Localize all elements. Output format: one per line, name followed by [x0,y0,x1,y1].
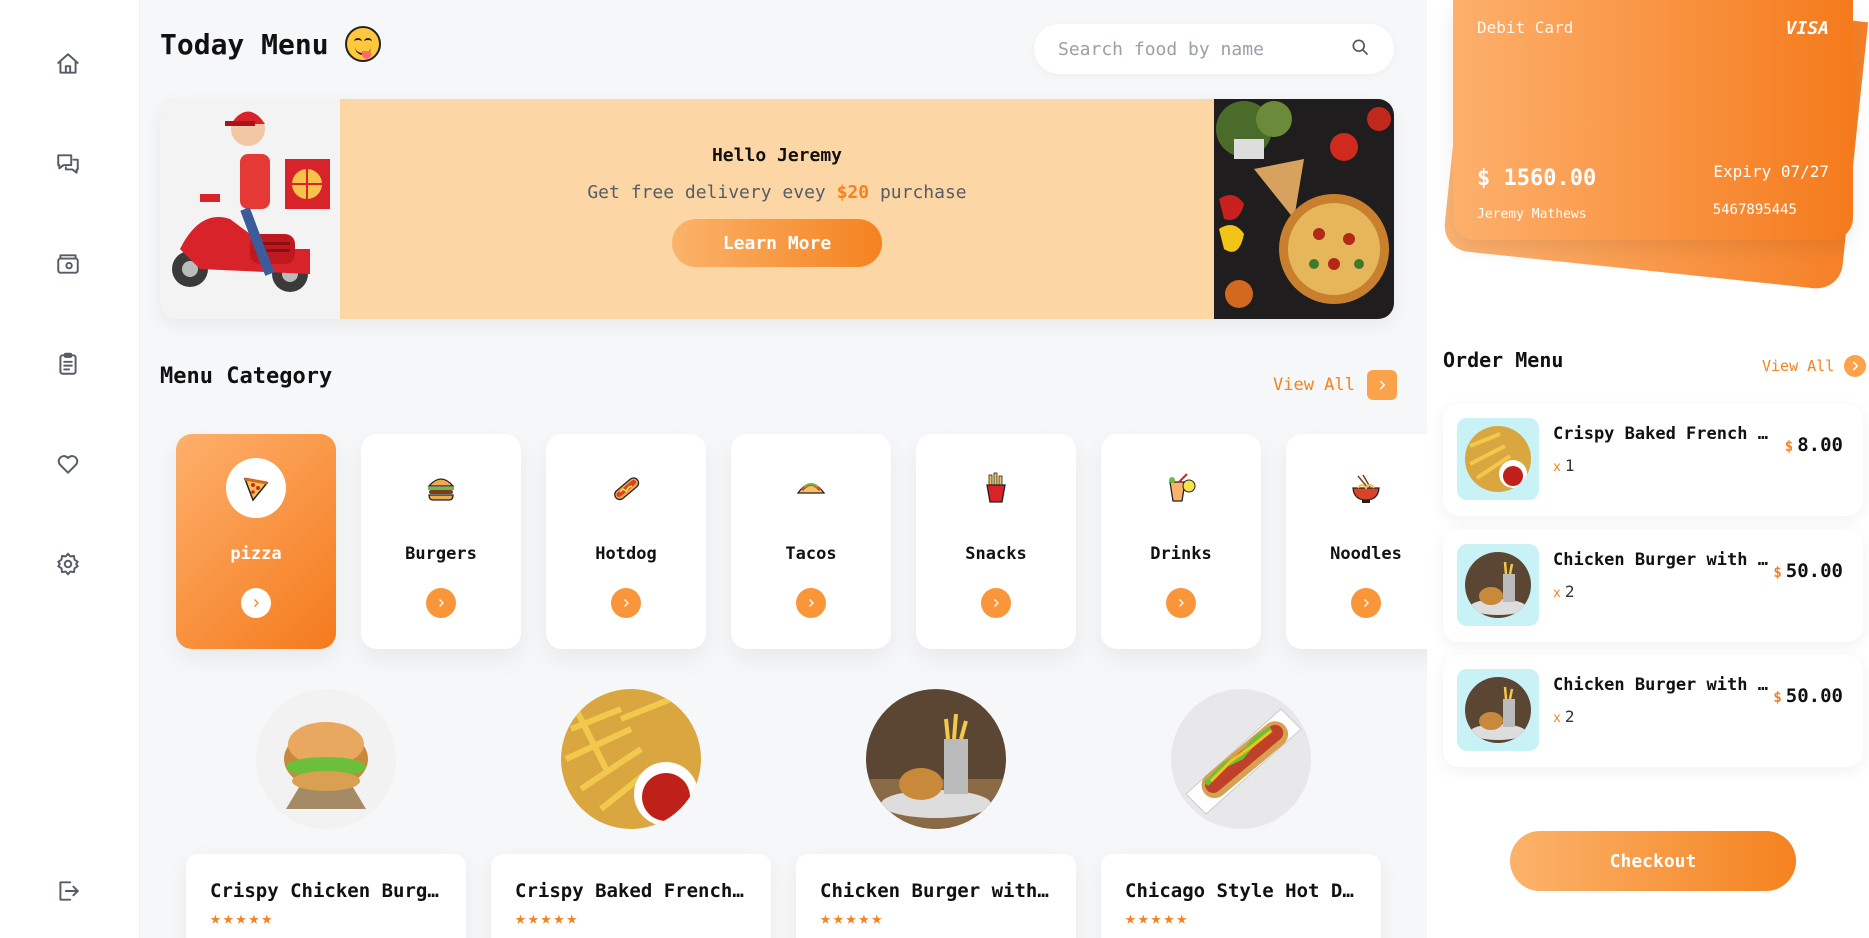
order-thumbnail [1457,669,1539,751]
hotdog-icon [596,458,656,518]
category-card-pizza[interactable]: pizza [176,434,336,649]
search-icon[interactable] [1350,37,1370,61]
category-label: Hotdog [595,544,657,564]
chevron-right-icon[interactable] [426,588,456,618]
order-view-all-link[interactable]: View All [1762,355,1867,377]
noodles-icon [1336,458,1396,518]
order-quantity: x2 [1553,707,1575,726]
order-price: $50.00 [1773,560,1843,582]
order-price: $8.00 [1784,434,1843,456]
chevron-right-icon[interactable] [611,588,641,618]
order-thumbnail [1457,544,1539,626]
food-card[interactable]: Chicago Style Hot Dog ★★★★★ [1101,854,1381,938]
delivery-scooter-illustration [160,99,340,319]
order-item[interactable]: Crispy Baked French Fries x1 $8.00 [1443,404,1863,516]
category-label: Snacks [965,544,1027,564]
star-rating: ★★★★★ [820,908,885,929]
main-content: Today Menu Search food by name Hello Jer… [140,0,1427,938]
visa-logo: VISA [1785,18,1829,39]
food-image-french-fries[interactable] [561,689,701,829]
chevron-right-icon[interactable] [1366,370,1397,400]
category-label: pizza [230,544,282,564]
checkout-button[interactable]: Checkout [1510,831,1796,891]
order-price: $50.00 [1773,685,1843,707]
heart-icon[interactable] [52,448,84,480]
category-label: Drinks [1150,544,1212,564]
home-icon[interactable] [52,48,84,80]
page-title: Today Menu [160,26,381,62]
chevron-right-icon[interactable] [241,588,271,618]
greeting-text: Hello Jeremy [711,145,843,166]
category-card-snacks[interactable]: Snacks [916,434,1076,649]
category-card-noodles[interactable]: Noodles [1286,434,1427,649]
promo-banner: Hello Jeremy Get free delivery evey $20 … [160,99,1394,319]
category-label: Tacos [785,544,837,564]
order-thumbnail [1457,418,1539,500]
food-image-chicken-burger[interactable] [256,689,396,829]
order-quantity: x2 [1553,582,1575,601]
learn-more-button[interactable]: Learn More [672,219,882,267]
order-item-name: Chicken Burger with Fries [1553,675,1773,695]
banner-text-area: Hello Jeremy Get free delivery evey $20 … [340,99,1214,319]
card-expiry: Expiry 07/27 [1713,162,1829,181]
card-holder-name: Jeremy Mathews [1477,207,1587,222]
category-view-all-link[interactable]: View All [1273,370,1397,400]
order-item[interactable]: Chicken Burger with Fries x2 $50.00 [1443,530,1863,642]
search-input[interactable] [1058,38,1350,60]
star-rating: ★★★★★ [210,908,275,929]
category-card-tacos[interactable]: Tacos [731,434,891,649]
food-image-hot-dog[interactable] [1171,689,1311,829]
category-card-hotdog[interactable]: Hotdog [546,434,706,649]
food-name: Crispy Baked French Fries [515,880,747,902]
chevron-right-icon[interactable] [1844,355,1867,377]
pizza-photo [1214,99,1394,319]
star-rating: ★★★★★ [1125,908,1190,929]
settings-icon[interactable] [52,548,84,580]
category-card-drinks[interactable]: Drinks [1101,434,1261,649]
pizza-icon [226,458,286,518]
food-name: Chicken Burger with Fries [820,880,1052,902]
sidebar [0,0,140,938]
chat-icon[interactable] [52,148,84,180]
card-type-label: Debit Card [1477,18,1574,37]
chevron-right-icon[interactable] [796,588,826,618]
fries-icon [966,458,1026,518]
search-bar [1034,24,1394,74]
drink-icon [1151,458,1211,518]
food-card[interactable]: Crispy Baked French Fries ★★★★★ [491,854,771,938]
order-item-name: Chicken Burger with Fries [1553,550,1773,570]
star-rating: ★★★★★ [515,908,580,929]
page-title-text: Today Menu [160,27,329,61]
chevron-right-icon[interactable] [981,588,1011,618]
order-item-name: Crispy Baked French Fries [1553,424,1773,444]
order-item[interactable]: Chicken Burger with Fries x2 $50.00 [1443,655,1863,767]
promo-amount: $20 [836,182,870,203]
view-all-label: View All [1762,357,1835,375]
chevron-right-icon[interactable] [1351,588,1381,618]
promo-text: Get free delivery evey $20 purchase [587,182,967,203]
taco-icon [781,458,841,518]
card-number: 5467895445 [1712,202,1797,218]
category-label: Noodles [1330,544,1402,564]
order-menu-title: Order Menu [1443,348,1564,372]
card-balance: $ 1560.00 [1477,166,1597,191]
view-all-label: View All [1273,375,1355,395]
food-card[interactable]: Chicken Burger with Fries ★★★★★ [796,854,1076,938]
clipboard-icon[interactable] [52,348,84,380]
food-name: Crispy Chicken Burger [210,880,442,902]
food-name: Chicago Style Hot Dog [1125,880,1357,902]
logout-icon[interactable] [52,875,84,907]
burger-icon [411,458,471,518]
wallet-icon[interactable] [52,248,84,280]
menu-category-title: Menu Category [160,364,333,389]
yum-emoji-icon [344,26,381,62]
chevron-right-icon[interactable] [1166,588,1196,618]
order-quantity: x1 [1553,456,1575,475]
category-label: Burgers [405,544,477,564]
debit-card[interactable]: Debit Card VISA $ 1560.00 Expiry 07/27 J… [1453,0,1853,240]
food-image-chicken-burger-fries[interactable] [866,689,1006,829]
category-card-burgers[interactable]: Burgers [361,434,521,649]
food-card[interactable]: Crispy Chicken Burger ★★★★★ [186,854,466,938]
